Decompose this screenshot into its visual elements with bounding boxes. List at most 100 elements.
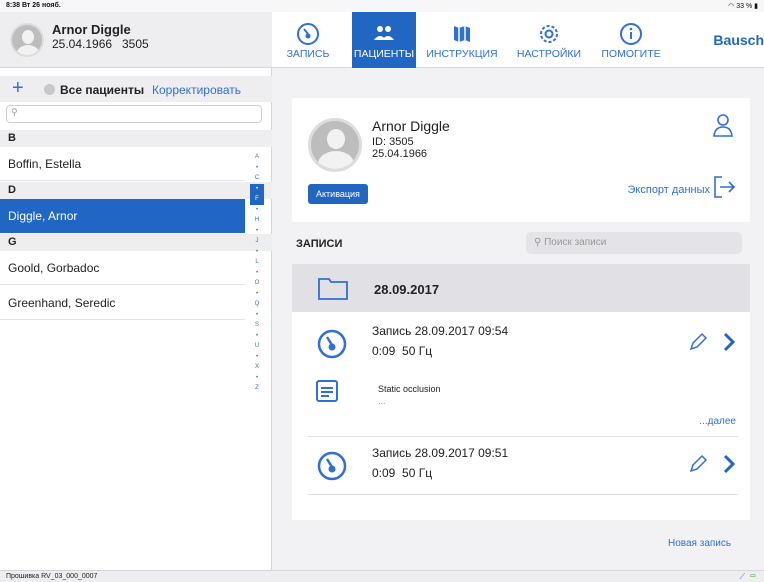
filter-dot-icon	[44, 84, 55, 95]
index-letter[interactable]: X	[250, 362, 264, 373]
index-letter[interactable]: Z	[250, 383, 264, 394]
index-dot[interactable]: •	[250, 268, 264, 279]
gauge-icon	[317, 329, 347, 359]
new-record-button[interactable]: Новая запись	[668, 538, 731, 549]
folder-icon	[318, 278, 348, 300]
chevron-right-icon[interactable]	[722, 332, 736, 352]
index-letter[interactable]: S	[250, 320, 264, 331]
people-icon	[374, 26, 394, 40]
tab-label: ЗАПИСЬ	[286, 48, 330, 60]
index-dot[interactable]: •	[250, 183, 264, 194]
index-letter[interactable]: H	[250, 215, 264, 226]
section-header-d: D	[0, 182, 272, 199]
index-dot[interactable]: •	[250, 352, 264, 363]
index-letter[interactable]: C	[250, 173, 264, 184]
tab-settings[interactable]: НАСТРОЙКИ	[508, 12, 590, 68]
records-date-group[interactable]: 28.09.2017	[292, 264, 750, 312]
patient-card: Arnor Diggle ID: 3505 25.04.1966 Активац…	[292, 98, 750, 222]
search-icon: ⚲	[534, 237, 545, 248]
export-icon[interactable]	[712, 174, 736, 200]
index-letter[interactable]: L	[250, 257, 264, 268]
firmware-label: Прошивка RV_03_000_0007	[6, 573, 98, 580]
alphabet-index[interactable]: A • C • F • H • J • L • O • Q • S • U • …	[250, 152, 264, 572]
divider	[308, 494, 738, 495]
current-user-header[interactable]: Arnor Diggle 25.04.1966 3505	[0, 12, 272, 68]
battery-percent: 33 %	[736, 3, 753, 10]
device-battery-icon: ▭	[749, 572, 756, 581]
edit-user-icon[interactable]	[712, 112, 736, 138]
index-dot[interactable]: •	[250, 163, 264, 174]
user-name: Arnor Diggle	[52, 22, 131, 37]
records-title: ЗАПИСИ	[296, 238, 343, 250]
index-letter[interactable]: O	[250, 278, 264, 289]
battery-indicator: ◠ 33 % ▮	[728, 2, 758, 10]
activation-button[interactable]: Активация	[308, 184, 368, 204]
avatar	[10, 23, 44, 57]
top-navigation: ЗАПИСЬ ПАЦИЕНТЫ ИНСТРУКЦИЯ НАСТРОЙКИ ПОМ…	[272, 12, 764, 68]
index-dot[interactable]: •	[250, 205, 264, 216]
index-dot[interactable]: •	[250, 373, 264, 384]
tab-patients[interactable]: ПАЦИЕНТЫ	[352, 12, 416, 68]
record-item[interactable]: Запись 28.09.2017 09:54 0:09 50 Гц	[292, 312, 750, 372]
record-search-input[interactable]: ⚲ Поиск записи	[526, 232, 742, 254]
index-letter[interactable]: A	[250, 152, 264, 163]
record-frequency: 50 Гц	[402, 344, 433, 358]
more-link[interactable]: ...далее	[699, 416, 736, 427]
record-search-placeholder: Поиск записи	[544, 237, 607, 248]
tab-label: ИНСТРУКЦИЯ	[426, 48, 498, 60]
tab-help[interactable]: ПОМОГИТЕ	[596, 12, 666, 68]
user-id: 3505	[122, 37, 149, 51]
pencil-icon[interactable]	[688, 454, 708, 474]
all-patients-label[interactable]: Все пациенты	[60, 83, 144, 97]
gauge-icon	[297, 23, 319, 45]
list-header: + Все пациенты Корректировать	[0, 76, 272, 102]
edit-button[interactable]: Корректировать	[152, 83, 241, 97]
patient-row[interactable]: Goold, Gorbadoc	[0, 251, 245, 285]
index-dot[interactable]: •	[250, 331, 264, 342]
add-patient-button[interactable]: +	[12, 77, 24, 100]
index-letter[interactable]: Q	[250, 299, 264, 310]
user-dob: 25.04.1966	[52, 37, 113, 51]
index-dot[interactable]: •	[250, 226, 264, 237]
link-icon: ⟋	[739, 572, 746, 581]
patient-row[interactable]: Boffin, Estella	[0, 147, 245, 181]
patient-id: ID: 3505	[372, 136, 414, 148]
gear-icon	[540, 25, 558, 43]
tab-record[interactable]: ЗАПИСЬ	[278, 12, 338, 68]
tab-instructions[interactable]: ИНСТРУКЦИЯ	[420, 12, 504, 68]
record-item[interactable]: Запись 28.09.2017 09:51 0:09 50 Гц	[292, 436, 750, 496]
record-note: Static occlusion	[378, 384, 441, 394]
battery-icon: ▮	[752, 3, 758, 10]
patient-name: Arnor Diggle	[372, 118, 450, 134]
index-dot[interactable]: •	[250, 247, 264, 258]
record-duration: 0:09	[372, 466, 396, 480]
index-letter[interactable]: U	[250, 341, 264, 352]
map-icon	[454, 26, 470, 42]
record-frequency: 50 Гц	[402, 466, 433, 480]
info-icon	[620, 23, 642, 45]
patients-sidebar: Arnor Diggle 25.04.1966 3505 + Все пацие…	[0, 12, 272, 570]
pencil-icon[interactable]	[688, 332, 708, 352]
chevron-right-icon[interactable]	[722, 454, 736, 474]
section-header-b: B	[0, 130, 272, 147]
record-duration: 0:09	[372, 344, 396, 358]
patient-search-input[interactable]: ⚲	[6, 105, 262, 123]
tab-label: ПАЦИЕНТЫ	[353, 48, 415, 60]
index-dot[interactable]: •	[250, 289, 264, 300]
patient-row[interactable]: Greenhand, Seredic	[0, 286, 245, 320]
note-icon	[316, 380, 338, 402]
patient-dob: 25.04.1966	[372, 148, 428, 160]
tab-label: ПОМОГИТЕ	[601, 48, 661, 60]
index-letter[interactable]: J	[250, 236, 264, 247]
record-note-sub: ...	[378, 396, 386, 406]
records-list: Запись 28.09.2017 09:54 0:09 50 Гц Stati…	[292, 312, 750, 520]
export-data-button[interactable]: Экспорт данных	[628, 184, 710, 196]
gauge-icon	[317, 451, 347, 481]
patient-row-selected[interactable]: Diggle, Arnor	[0, 199, 245, 233]
index-dot[interactable]: •	[250, 310, 264, 321]
patient-avatar	[308, 118, 362, 172]
search-icon: ⚲	[11, 107, 18, 117]
section-header-g: G	[0, 234, 272, 251]
folder-date: 28.09.2017	[374, 282, 440, 297]
index-letter[interactable]: F	[250, 194, 264, 205]
